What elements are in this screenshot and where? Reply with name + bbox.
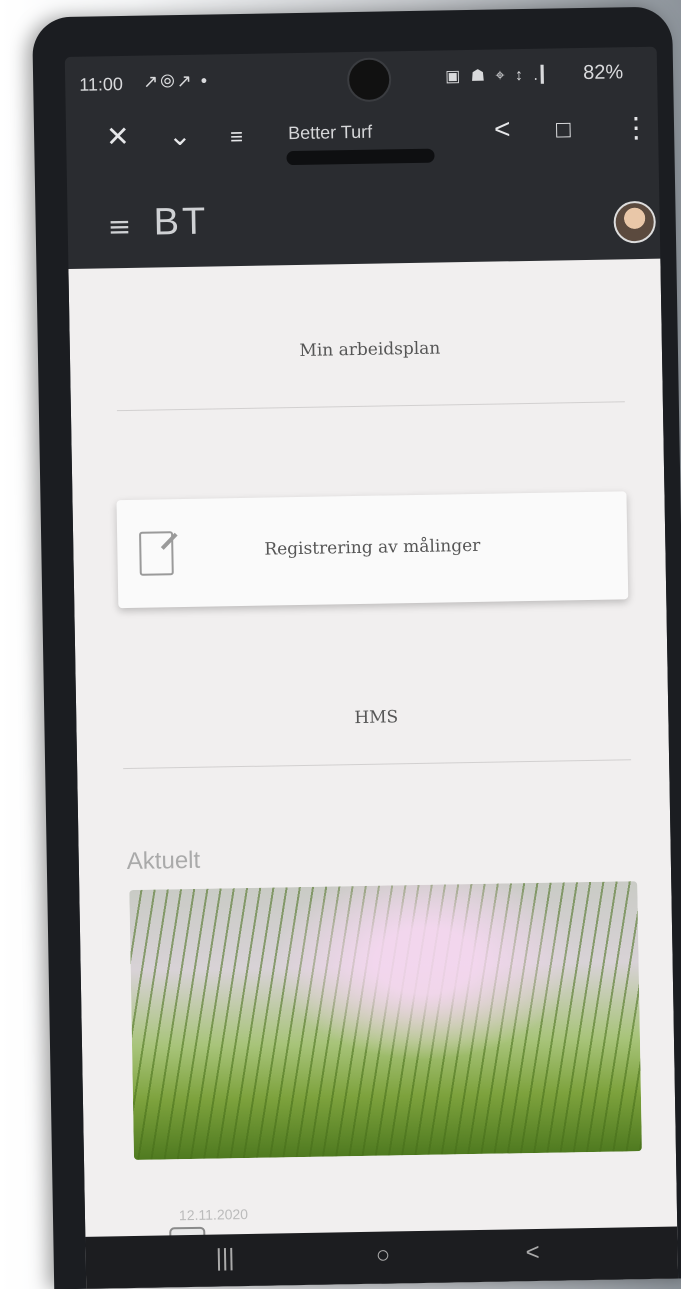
hamburger-menu-icon[interactable]: ≡: [107, 210, 131, 243]
back-icon[interactable]: <: [525, 1239, 540, 1267]
page-title: Better Turf: [287, 121, 373, 144]
menu-item-min-arbeidsplan[interactable]: Min arbeidsplan: [110, 335, 630, 364]
bookmark-icon[interactable]: □: [556, 116, 571, 144]
article-hero-image[interactable]: [129, 881, 642, 1160]
url-redacted: [286, 148, 435, 166]
section-title-aktuelt: Aktuelt: [126, 846, 201, 876]
status-bar: 11:00 ↗⦾↗ • ▣ ☗ ⌖ ↕ .▎ 82%: [65, 47, 658, 103]
home-icon[interactable]: ○: [375, 1242, 390, 1270]
phone-frame: 11:00 ↗⦾↗ • ▣ ☗ ⌖ ↕ .▎ 82% ✕ ⌄ ≡ Better …: [32, 6, 681, 1289]
menu-item-hms[interactable]: HMS: [116, 703, 636, 732]
browser-toolbar: ✕ ⌄ ≡ Better Turf < □ ⋮: [66, 97, 659, 177]
share-icon[interactable]: <: [494, 113, 511, 145]
article-date: 12.11.2020: [178, 1205, 249, 1224]
menu-item-label: Registrering av målinger: [264, 535, 481, 560]
site-settings-icon[interactable]: ≡: [230, 124, 243, 150]
status-time: 11:00: [79, 74, 124, 95]
system-navigation-bar: ||| ○ <: [85, 1226, 679, 1289]
divider: [123, 759, 632, 770]
divider: [116, 401, 625, 412]
menu-item-registrering[interactable]: Registrering av målinger: [116, 491, 629, 609]
chevron-down-icon[interactable]: ⌄: [168, 119, 192, 152]
avatar[interactable]: [613, 200, 657, 244]
app-logo[interactable]: BT: [153, 201, 208, 245]
main-content: Min arbeidsplan Registrering av målinger…: [68, 258, 679, 1289]
recents-icon[interactable]: |||: [215, 1244, 234, 1272]
battery-level: 82%: [582, 61, 624, 84]
front-camera: [346, 57, 392, 103]
more-options-icon[interactable]: ⋮: [622, 111, 651, 144]
app-header: ≡ BT: [67, 187, 660, 267]
notification-icons: ↗⦾↗ •: [143, 70, 210, 92]
system-icons: ▣ ☗ ⌖ ↕ .▎: [444, 66, 557, 86]
phone-screen: 11:00 ↗⦾↗ • ▣ ☗ ⌖ ↕ .▎ 82% ✕ ⌄ ≡ Better …: [64, 46, 679, 1289]
close-icon[interactable]: ✕: [106, 120, 130, 153]
